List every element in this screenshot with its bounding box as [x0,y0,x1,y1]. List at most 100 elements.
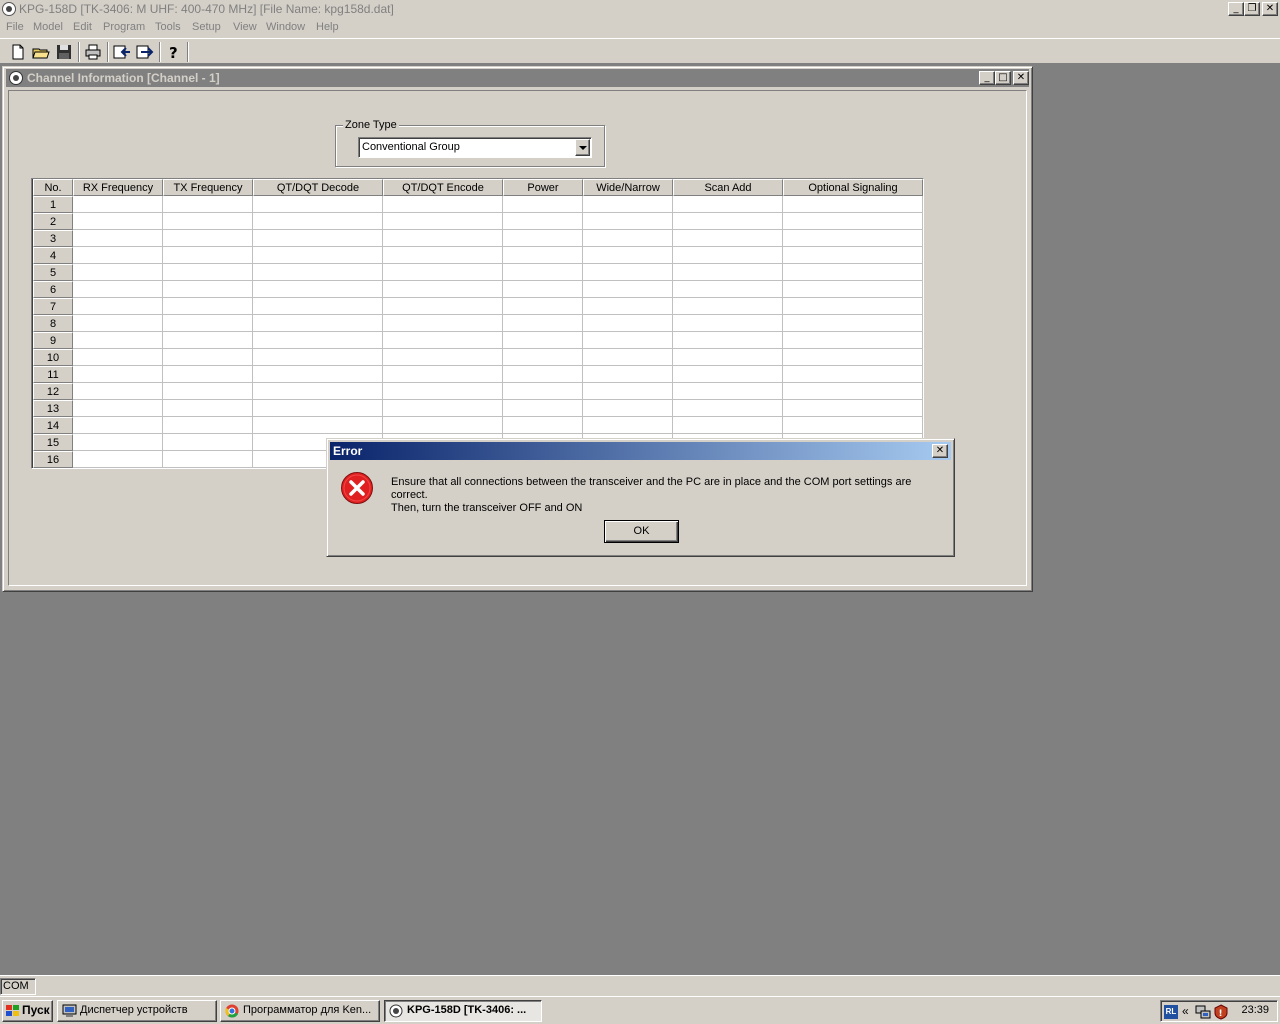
grid-cell[interactable] [583,213,673,230]
column-header[interactable]: QT/DQT Decode [253,179,383,196]
grid-cell[interactable] [383,247,503,264]
column-header[interactable]: TX Frequency [163,179,253,196]
grid-cell[interactable] [253,213,383,230]
menu-help[interactable]: Help [316,21,339,33]
grid-cell[interactable] [163,196,253,213]
grid-cell[interactable] [73,434,163,451]
tray-expand-button[interactable]: « [1182,1004,1189,1018]
child-close-icon[interactable]: ✕ [1013,71,1029,85]
column-header[interactable]: Optional Signaling [783,179,923,196]
grid-cell[interactable] [163,281,253,298]
chevron-down-icon[interactable] [575,139,590,156]
menu-setup[interactable]: Setup [192,21,221,33]
grid-cell[interactable] [383,196,503,213]
row-number[interactable]: 12 [33,383,73,400]
minimize-icon[interactable]: _ [1228,2,1244,16]
close-icon[interactable]: ✕ [1262,2,1278,16]
grid-cell[interactable] [673,366,783,383]
grid-cell[interactable] [383,332,503,349]
grid-cell[interactable] [673,383,783,400]
grid-cell[interactable] [163,315,253,332]
grid-cell[interactable] [503,332,583,349]
grid-cell[interactable] [783,349,923,366]
grid-cell[interactable] [783,298,923,315]
row-number[interactable]: 13 [33,400,73,417]
grid-cell[interactable] [383,264,503,281]
grid-cell[interactable] [503,383,583,400]
grid-cell[interactable] [583,400,673,417]
grid-cell[interactable] [163,366,253,383]
grid-cell[interactable] [73,366,163,383]
grid-cell[interactable] [163,451,253,468]
read-from-radio-icon[interactable] [112,42,132,62]
row-number[interactable]: 15 [33,434,73,451]
grid-cell[interactable] [383,349,503,366]
grid-cell[interactable] [163,247,253,264]
grid-cell[interactable] [73,196,163,213]
grid-cell[interactable] [673,332,783,349]
grid-cell[interactable] [163,213,253,230]
grid-cell[interactable] [163,417,253,434]
grid-cell[interactable] [253,298,383,315]
window-icon[interactable] [9,71,23,85]
column-header[interactable]: Wide/Narrow [583,179,673,196]
grid-cell[interactable] [383,417,503,434]
column-header[interactable]: No. [33,179,73,196]
grid-cell[interactable] [163,264,253,281]
row-number[interactable]: 8 [33,315,73,332]
grid-cell[interactable] [673,281,783,298]
grid-cell[interactable] [503,298,583,315]
grid-cell[interactable] [673,400,783,417]
grid-cell[interactable] [783,417,923,434]
grid-cell[interactable] [783,281,923,298]
row-number[interactable]: 11 [33,366,73,383]
grid-cell[interactable] [163,349,253,366]
grid-cell[interactable] [73,332,163,349]
new-file-icon[interactable] [8,42,28,62]
grid-cell[interactable] [783,247,923,264]
zone-type-dropdown[interactable]: Conventional Group [358,137,592,158]
grid-cell[interactable] [583,332,673,349]
grid-cell[interactable] [783,383,923,400]
grid-cell[interactable] [503,196,583,213]
grid-cell[interactable] [73,349,163,366]
grid-cell[interactable] [73,213,163,230]
grid-cell[interactable] [583,281,673,298]
grid-cell[interactable] [503,349,583,366]
menu-program[interactable]: Program [103,21,145,33]
app-logo-icon[interactable] [2,2,16,16]
grid-cell[interactable] [73,264,163,281]
dialog-titlebar[interactable]: Error ✕ [330,442,951,460]
row-number[interactable]: 9 [33,332,73,349]
grid-cell[interactable] [73,451,163,468]
grid-cell[interactable] [73,315,163,332]
grid-cell[interactable] [163,434,253,451]
child-maximize-icon[interactable]: □ [995,71,1011,85]
grid-cell[interactable] [583,298,673,315]
channel-grid[interactable]: No. RX Frequency TX Frequency QT/DQT Decode… [31,178,924,469]
grid-cell[interactable] [583,417,673,434]
column-header[interactable]: QT/DQT Encode [383,179,503,196]
row-number[interactable]: 10 [33,349,73,366]
help-icon[interactable]: ? [164,42,184,62]
grid-cell[interactable] [783,230,923,247]
grid-cell[interactable] [73,230,163,247]
grid-cell[interactable] [583,196,673,213]
grid-cell[interactable] [253,400,383,417]
restore-icon[interactable]: ❐ [1244,2,1260,16]
taskbar-item-device-manager[interactable]: Диспетчер устройств [57,1000,217,1022]
grid-cell[interactable] [73,383,163,400]
taskbar-item-kpg[interactable]: KPG-158D [TK-3406: ... [384,1000,542,1022]
grid-cell[interactable] [673,196,783,213]
grid-cell[interactable] [383,230,503,247]
network-icon[interactable] [1195,1004,1211,1020]
grid-cell[interactable] [503,213,583,230]
grid-cell[interactable] [253,230,383,247]
grid-cell[interactable] [253,332,383,349]
row-number[interactable]: 16 [33,451,73,468]
grid-cell[interactable] [583,264,673,281]
grid-cell[interactable] [253,281,383,298]
grid-cell[interactable] [503,281,583,298]
grid-cell[interactable] [73,400,163,417]
open-folder-icon[interactable] [31,42,51,62]
